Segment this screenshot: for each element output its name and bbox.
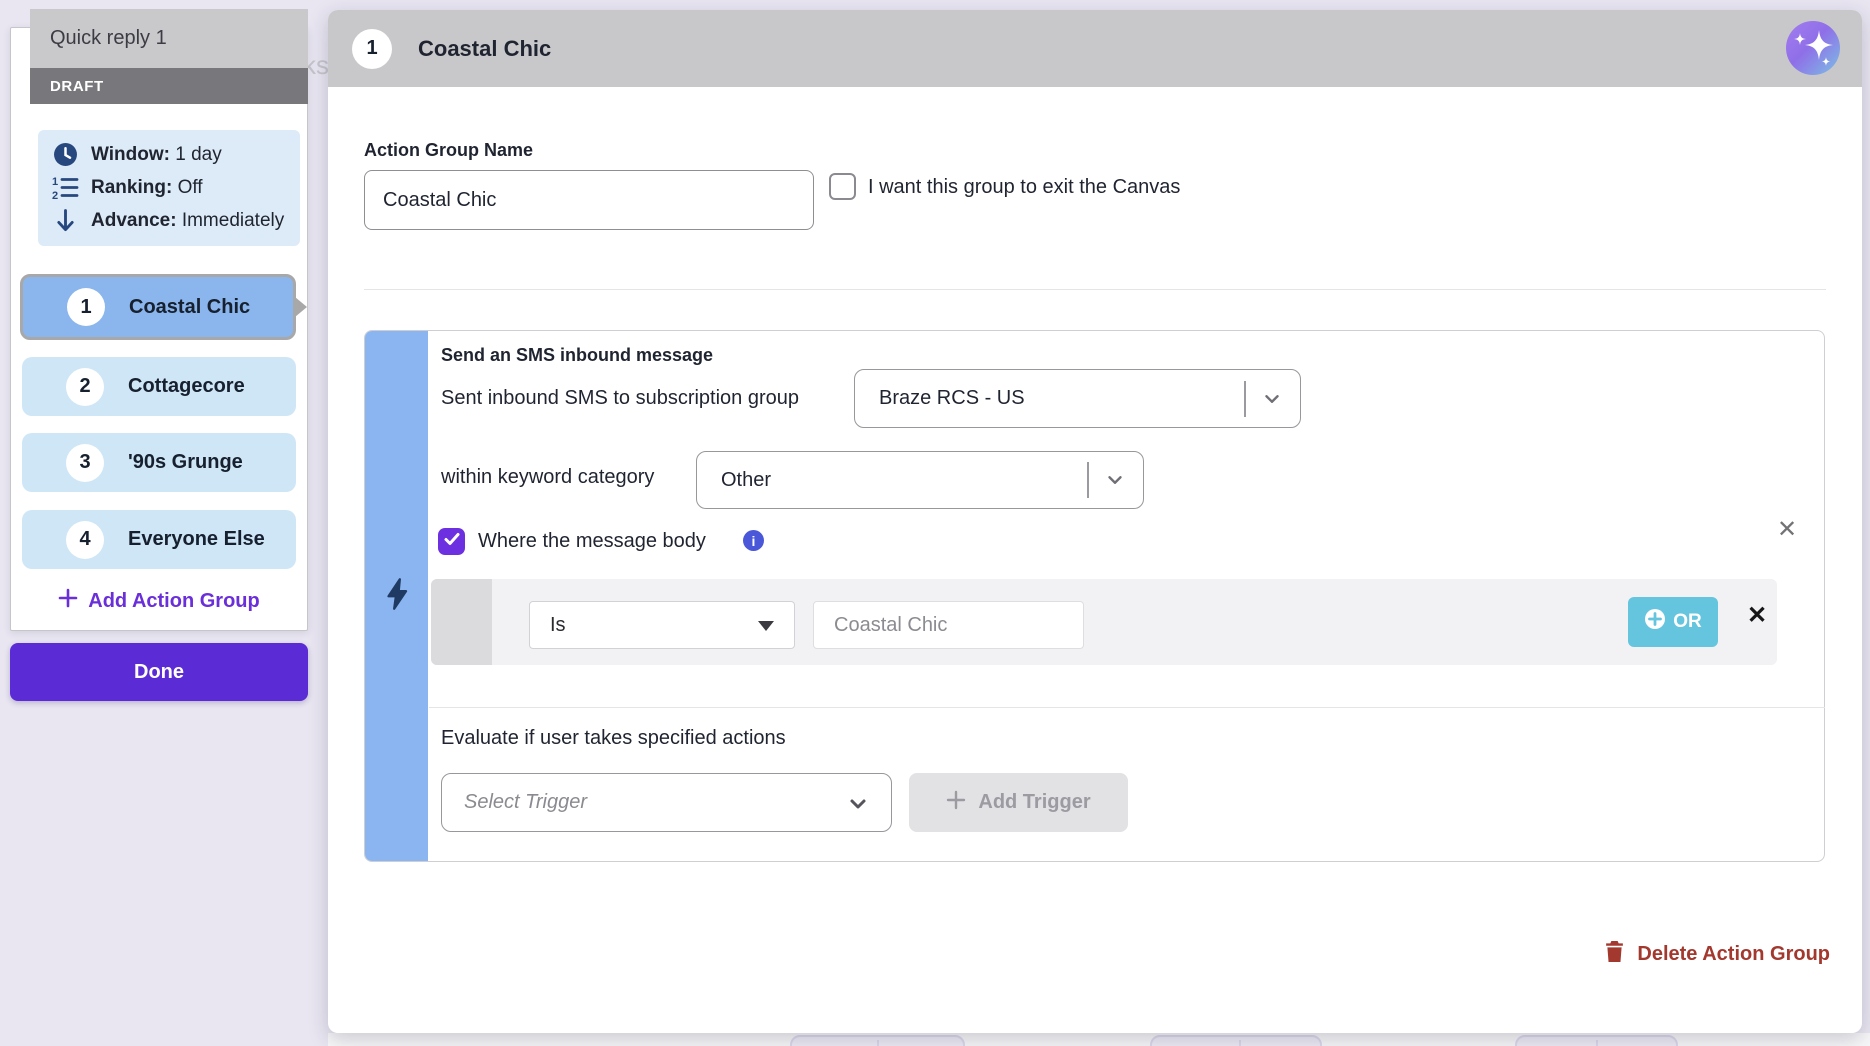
drag-handle[interactable] [431,579,492,665]
action-group-item-90s-grunge[interactable]: 3 '90s Grunge [22,433,296,492]
sms-trigger-section: Send an SMS inbound message Sent inbound… [364,330,1825,862]
editor-title: Coastal Chic [418,36,551,62]
trigger-divider [429,707,1825,708]
select-divider [1244,381,1246,417]
message-body-label: Where the message body [478,530,706,553]
add-trigger-button[interactable]: Add Trigger [909,773,1128,832]
background-step-card [1150,1035,1322,1046]
section-divider [364,289,1826,290]
group-number-badge: 2 [66,368,104,406]
info-icon[interactable]: i [743,530,764,551]
keyword-category-label: within keyword category [441,466,654,489]
trigger-accent-strip [365,331,428,861]
subscription-group-value: Braze RCS - US [879,387,1025,410]
down-arrow-icon [52,208,79,234]
add-action-group-button[interactable]: Add Action Group [10,588,308,614]
svg-text:1: 1 [52,176,58,188]
done-button[interactable]: Done [10,643,308,701]
remove-condition-icon[interactable]: ✕ [1747,601,1767,630]
step-title-bar: Quick reply 1 [30,9,308,68]
ranking-setting-row: 1 2 Ranking: Off [52,175,300,200]
background-connector-line [1596,1040,1598,1046]
background-connector-line [877,1040,879,1046]
group-number-badge: 1 [352,29,392,69]
delete-action-group-label: Delete Action Group [1637,943,1830,966]
chevron-down-icon [1260,388,1284,416]
clock-icon [52,142,79,167]
remove-condition-group-icon[interactable]: ✕ [1777,515,1797,544]
select-trigger-dropdown[interactable]: Select Trigger [441,773,892,832]
ranked-list-icon: 1 2 [52,175,79,200]
advance-label: Advance: Immediately [91,210,284,232]
action-group-item-cottagecore[interactable]: 2 Cottagecore [22,357,296,416]
subscription-group-label: Sent inbound SMS to subscription group [441,387,799,410]
exit-canvas-label: I want this group to exit the Canvas [868,176,1180,199]
message-body-checkbox[interactable] [438,528,465,555]
background-connector-line [1239,1040,1241,1046]
checkmark-icon [444,532,460,551]
plus-icon [58,588,78,614]
add-action-group-label: Add Action Group [88,590,259,613]
status-badge: DRAFT [50,78,104,95]
circle-plus-icon [1644,608,1666,636]
advance-setting-row: Advance: Immediately [52,208,300,234]
select-trigger-placeholder: Select Trigger [464,791,587,814]
group-number-badge: 1 [67,288,105,326]
action-group-name-input[interactable] [364,170,814,230]
keyword-category-value: Other [721,469,771,492]
svg-text:2: 2 [52,190,58,200]
ranking-label: Ranking: Off [91,177,203,199]
group-label: '90s Grunge [128,451,243,474]
editor-header: 1 Coastal Chic [328,10,1862,87]
condition-row: Is OR ✕ [431,579,1777,665]
sms-section-heading: Send an SMS inbound message [441,345,713,366]
window-label: Window: 1 day [91,144,222,166]
action-group-item-everyone-else[interactable]: 4 Everyone Else [22,510,296,569]
delete-action-group-button[interactable]: Delete Action Group [1604,940,1830,969]
draft-status-bar: DRAFT [30,68,308,104]
group-label: Everyone Else [128,528,265,551]
add-or-condition-button[interactable]: OR [1628,597,1718,647]
select-divider [1087,462,1089,498]
group-label: Cottagecore [128,375,245,398]
condition-value-input[interactable] [813,601,1084,649]
exit-canvas-checkbox[interactable] [829,173,856,200]
condition-operator-select[interactable]: Is [529,601,795,649]
window-setting-row: Window: 1 day [52,142,300,167]
group-number-badge: 3 [66,444,104,482]
plus-icon [946,790,966,816]
action-group-name-label: Action Group Name [364,140,533,161]
group-label: Coastal Chic [129,296,250,319]
add-trigger-label: Add Trigger [978,791,1090,814]
lightning-bolt-icon [383,577,411,616]
condition-operator-value: Is [550,614,566,637]
chevron-down-icon [1103,469,1127,497]
step-settings-summary: Window: 1 day 1 2 Ranking: Off Advance: … [38,130,300,246]
subscription-group-select[interactable]: Braze RCS - US [854,369,1301,428]
ai-sparkle-icon[interactable] [1786,21,1840,75]
group-number-badge: 4 [66,521,104,559]
action-group-item-coastal-chic[interactable]: 1 Coastal Chic [20,274,296,340]
chevron-down-icon [845,792,871,821]
keyword-category-select[interactable]: Other [696,451,1144,509]
or-button-label: OR [1673,611,1702,633]
caret-down-icon [758,621,774,631]
step-title: Quick reply 1 [50,27,167,50]
action-group-editor-modal: 1 Coastal Chic Action Group Name [328,10,1862,1033]
canvas-editor-stage: ks Quick reply 1 DRAFT Window: 1 day 1 2 [0,0,1870,1046]
trash-icon [1604,940,1625,969]
evaluate-actions-label: Evaluate if user takes specified actions [441,727,786,750]
